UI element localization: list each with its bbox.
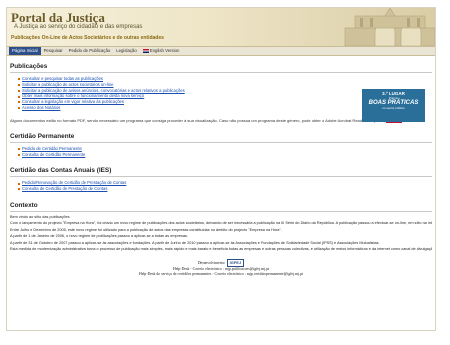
- pdf-note-text: Alguns documentos estão no formato PDF, …: [10, 117, 384, 123]
- divider: [10, 72, 432, 73]
- site-tagline: Publicações On-Line de Actos Societários…: [11, 35, 164, 41]
- certidao-links: Pedido de Certidão Permanente Consulta d…: [10, 146, 432, 158]
- divider: [10, 176, 432, 178]
- context-paragraph: Esta medida de modernização administrati…: [10, 247, 432, 251]
- publicacoes-heading: Publicações: [10, 63, 48, 70]
- building-arch-icon: [344, 8, 435, 46]
- divider: [10, 141, 432, 143]
- divider: [10, 210, 432, 212]
- header-banner: Portal da Justiça A Justiça ao serviço d…: [7, 8, 435, 47]
- uk-flag-icon: [142, 48, 149, 53]
- nav-legislation[interactable]: Legislação: [113, 47, 140, 55]
- contas-heading: Certidão das Contas Anuais (IES): [10, 167, 112, 175]
- contexto-body: Bem vindo ao sítio das publicações Com o…: [10, 215, 432, 252]
- contas-links: Pedido/Renovação de Certidão de Prestaçã…: [10, 180, 432, 192]
- award-badge[interactable]: 3.º LUGAR Prémio BOAS PRÁTICAS no sector…: [362, 89, 425, 122]
- main-nav: Página Inicial Pesquisar Pedido de Publi…: [7, 47, 435, 56]
- igfej-logo[interactable]: IGFEJ: [226, 259, 245, 267]
- footer-helpdesk-certidoes: Help-Desk do serviço de certidões perman…: [138, 271, 304, 276]
- context-paragraph: Com o lançamento do projecto "Empresa na…: [10, 221, 432, 226]
- nav-english-version[interactable]: English Version: [140, 47, 183, 55]
- nav-search[interactable]: Pesquisar: [41, 47, 66, 55]
- contexto-heading: Contexto: [10, 201, 38, 209]
- footer-dev-line: Desenvolvimento IGFEJ: [10, 259, 432, 267]
- context-paragraph: A partir de 31 de Outubro de 2007 passou…: [10, 240, 380, 245]
- link-consult-accounts-certificate[interactable]: Consulta de Certidão de Prestação de Con…: [18, 186, 432, 192]
- page: Portal da Justiça A Justiça ao serviço d…: [6, 7, 436, 331]
- context-paragraph: A partir de 1 de Janeiro de 2006, o novo…: [10, 234, 188, 239]
- site-subtitle: A Justiça ao serviço do cidadão e das em…: [14, 24, 143, 30]
- footer: Desenvolvimento IGFEJ Help-Desk - Correio…: [10, 259, 432, 277]
- nav-home[interactable]: Página Inicial: [9, 47, 41, 55]
- award-sector: no sector público: [382, 106, 405, 110]
- link-consult-certificate[interactable]: Consulta de Certidão Permanente: [18, 152, 432, 158]
- context-paragraph: Bem vindo ao sítio das publicações: [10, 214, 70, 219]
- english-label: English Version: [149, 48, 180, 53]
- nav-publication-request[interactable]: Pedido de Publicação: [66, 47, 114, 55]
- footer-dev-label: Desenvolvimento: [197, 261, 225, 266]
- certidao-heading: Certidão Permanente: [10, 132, 75, 140]
- context-paragraph: Entre Julho e Dezembro de 2005, este nov…: [10, 227, 282, 232]
